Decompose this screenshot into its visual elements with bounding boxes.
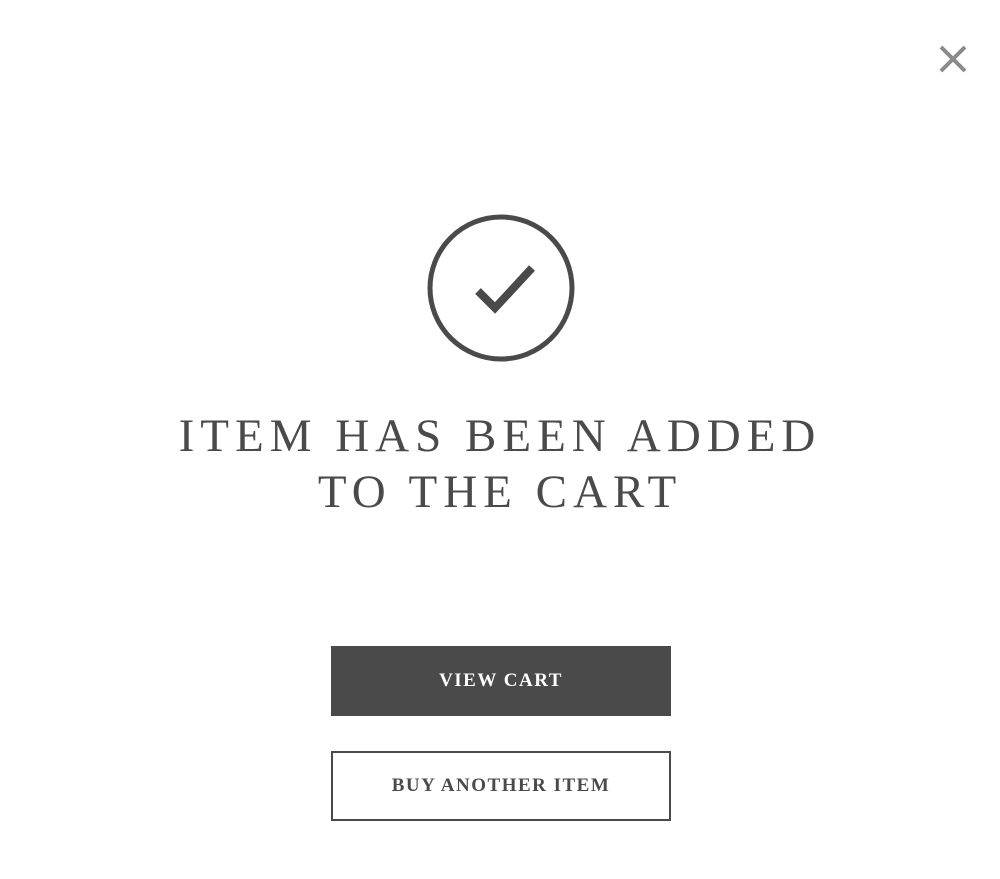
buy-another-item-button[interactable]: BUY ANOTHER ITEM bbox=[331, 751, 671, 821]
close-button[interactable] bbox=[936, 42, 970, 76]
confirmation-title-line-2: TO THE CART bbox=[317, 466, 683, 518]
confirmation-title-line-1: ITEM HAS BEEN ADDED bbox=[178, 410, 822, 462]
add-to-cart-modal: ITEM HAS BEEN ADDED TO THE CART VIEW CAR… bbox=[0, 0, 1000, 879]
checkmark-circle-icon bbox=[426, 213, 576, 363]
close-icon bbox=[939, 45, 967, 73]
buy-another-item-button-label: BUY ANOTHER ITEM bbox=[391, 775, 611, 796]
view-cart-button[interactable]: VIEW CART bbox=[331, 646, 671, 716]
confirmation-title: ITEM HAS BEEN ADDED TO THE CART bbox=[100, 408, 900, 520]
view-cart-button-label: VIEW CART bbox=[439, 670, 563, 691]
